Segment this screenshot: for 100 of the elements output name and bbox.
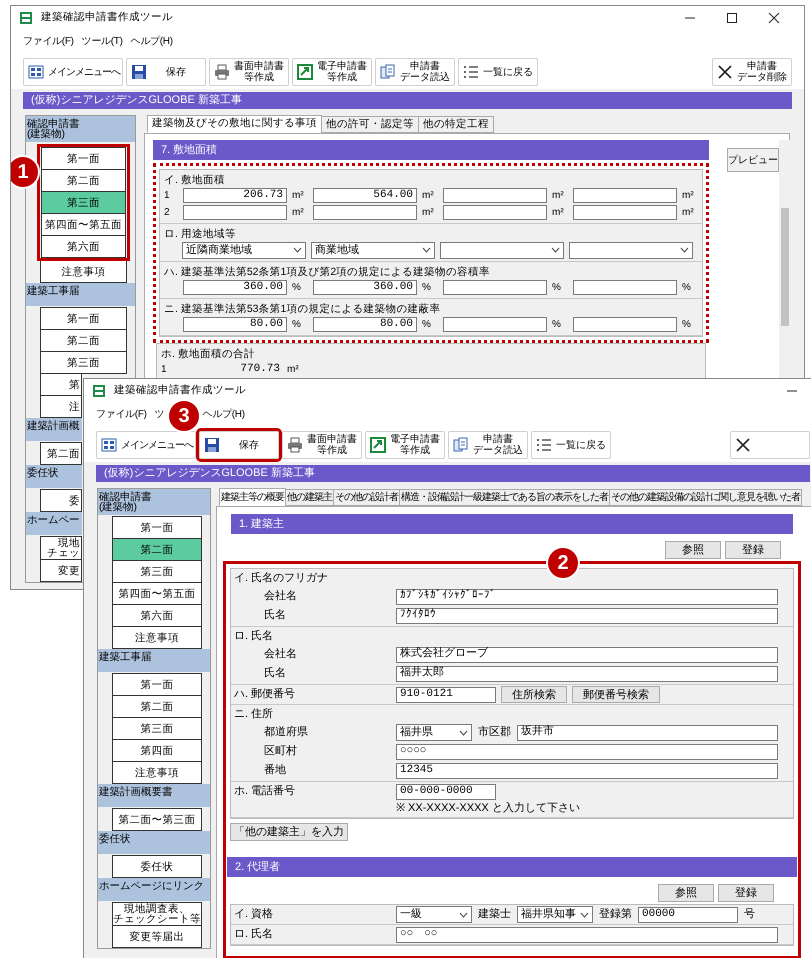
input-field[interactable]: 株式会社グローブ bbox=[396, 646, 778, 662]
sidebar-item[interactable]: 現地調査表、 チェックシート等 bbox=[112, 902, 202, 926]
input-field[interactable]: 坂井市 bbox=[517, 724, 778, 740]
toolbar-button[interactable]: 電子申請書 等作成 bbox=[292, 58, 372, 86]
sidebar-heading[interactable]: 確認申請書 (建築物) bbox=[26, 116, 135, 142]
sidebar-item[interactable]: 第四面〜第五面 bbox=[112, 582, 202, 605]
tab[interactable]: 建築主等の概要 bbox=[219, 488, 286, 506]
dropdown[interactable]: 商業地域 bbox=[311, 242, 435, 258]
sidebar-item[interactable]: 第一面 bbox=[112, 673, 202, 696]
tab[interactable]: その他の設計者 bbox=[333, 489, 400, 506]
sidebar-item[interactable]: 注意事項 bbox=[40, 260, 127, 283]
input-field[interactable] bbox=[573, 317, 677, 332]
menu-item[interactable]: ファイル(F) bbox=[96, 406, 147, 422]
scrollbar-thumb[interactable] bbox=[781, 208, 789, 326]
input-field[interactable] bbox=[573, 188, 677, 203]
dropdown[interactable]: 福井県知事 bbox=[517, 906, 593, 923]
tab[interactable]: 他の建築主 bbox=[285, 489, 334, 506]
input-field[interactable] bbox=[573, 280, 677, 295]
toolbar-button[interactable]: 電子申請書 等作成 bbox=[365, 431, 445, 459]
sidebar-heading[interactable]: 建築計画概 bbox=[26, 418, 82, 441]
toolbar-button[interactable]: 書面申請書 等作成 bbox=[209, 58, 289, 86]
sidebar-item[interactable]: 注意事項 bbox=[112, 761, 202, 784]
tab[interactable]: 他の特定工程 bbox=[418, 116, 494, 133]
sidebar-item[interactable]: 変更 bbox=[40, 559, 82, 582]
toolbar-button[interactable]: 保存 bbox=[126, 58, 206, 86]
sidebar-item[interactable]: 注意事項 bbox=[112, 626, 202, 649]
button[interactable]: 参照 bbox=[658, 884, 714, 902]
sidebar-item[interactable]: 第六面 bbox=[112, 604, 202, 627]
input-field[interactable]: 206.73 bbox=[183, 188, 287, 203]
input-field[interactable] bbox=[313, 205, 417, 220]
input-field[interactable]: 00-000-0000 bbox=[396, 784, 496, 800]
tab[interactable]: 他の許可・認定等 bbox=[321, 116, 419, 133]
menu-item[interactable]: ファイル(F) bbox=[23, 34, 74, 48]
input-field[interactable]: ○○ ○○ bbox=[396, 926, 778, 942]
button[interactable]: 「他の建築主」を入力 bbox=[230, 823, 348, 841]
dropdown[interactable]: 近隣商業地域 bbox=[182, 242, 306, 258]
sidebar-item[interactable]: 委 bbox=[40, 489, 82, 512]
sidebar-item[interactable]: 第一面 bbox=[41, 147, 126, 170]
sidebar-heading[interactable]: 建築工事届 bbox=[98, 649, 210, 672]
delete-button[interactable]: 申請書 データ削除 bbox=[712, 58, 792, 86]
sidebar-item[interactable]: 現地 チェッ bbox=[40, 536, 82, 560]
sidebar-heading[interactable]: 委任状 bbox=[98, 831, 210, 854]
tab[interactable]: 建築物及びその敷地に関する事項 bbox=[147, 115, 322, 133]
input-field[interactable]: 80.00 bbox=[183, 317, 287, 332]
dropdown[interactable]: 一級 bbox=[396, 906, 472, 923]
toolbar-button[interactable]: 申請書 データ読込 bbox=[448, 431, 528, 459]
button[interactable]: 住所検索 bbox=[501, 686, 567, 703]
menu-item[interactable]: ヘルプ(H) bbox=[202, 406, 245, 422]
sidebar-item[interactable]: 第二面 bbox=[40, 442, 82, 465]
sidebar-item[interactable]: 第二面 bbox=[112, 695, 202, 718]
menu-item[interactable]: ツ bbox=[154, 406, 164, 422]
toolbar-button[interactable]: 一覧に戻る bbox=[531, 431, 611, 459]
preview-button[interactable]: プレビュー bbox=[727, 148, 779, 172]
toolbar-button[interactable]: 保存 bbox=[199, 431, 279, 459]
sidebar-item[interactable]: 第三面 bbox=[112, 717, 202, 740]
sidebar-item[interactable]: 第一面 bbox=[40, 307, 127, 330]
sidebar-item[interactable]: 第六面 bbox=[41, 235, 126, 258]
tab[interactable]: その他の建築設備の設計に関し意見を聴いた者 bbox=[609, 489, 802, 506]
sidebar-item[interactable]: 第二面〜第三面 bbox=[112, 808, 202, 831]
dropdown[interactable]: 福井県 bbox=[396, 724, 472, 741]
input-field[interactable]: 910-0121 bbox=[396, 686, 496, 702]
input-field[interactable]: 00000 bbox=[638, 906, 738, 922]
tab[interactable]: 構造・設備設計一級建築士である旨の表示をした者 bbox=[399, 489, 610, 506]
sidebar-item[interactable]: 第二面 bbox=[112, 538, 202, 561]
input-field[interactable]: 12345 bbox=[396, 762, 778, 778]
sidebar-heading[interactable]: ホームページにリンク bbox=[98, 878, 210, 901]
button[interactable]: 郵便番号検索 bbox=[572, 686, 660, 703]
sidebar-item[interactable]: 第二面 bbox=[41, 169, 126, 192]
input-field[interactable]: 福井太郎 bbox=[396, 666, 778, 682]
toolbar-button[interactable]: 書面申請書 等作成 bbox=[282, 431, 362, 459]
input-field[interactable]: 360.00 bbox=[313, 280, 417, 295]
button[interactable]: 登録 bbox=[725, 541, 781, 559]
sidebar-item[interactable]: 委任状 bbox=[112, 855, 202, 878]
sidebar-item[interactable]: 第三面 bbox=[41, 191, 126, 214]
input-field[interactable] bbox=[443, 280, 547, 295]
sidebar-heading[interactable]: 確認申請書 (建築物) bbox=[98, 489, 210, 515]
input-field[interactable] bbox=[573, 205, 677, 220]
toolbar-button[interactable]: メインメニューへ bbox=[96, 431, 196, 459]
toolbar-button[interactable]: 申請書 データ読込 bbox=[375, 58, 455, 86]
sidebar-heading[interactable]: 建築計画概要書 bbox=[98, 784, 210, 807]
sidebar-item[interactable]: 変更等届出 bbox=[112, 925, 202, 948]
sidebar-heading[interactable]: 委任状 bbox=[26, 465, 82, 488]
input-field[interactable] bbox=[183, 205, 287, 220]
delete-button[interactable] bbox=[730, 431, 810, 459]
sidebar-item[interactable]: 第一面 bbox=[112, 516, 202, 539]
input-field[interactable]: ○○○○ bbox=[396, 744, 778, 760]
sidebar-item[interactable]: 第三面 bbox=[40, 351, 127, 374]
sidebar-item[interactable]: 第三面 bbox=[112, 560, 202, 583]
sidebar-item[interactable]: 第四面 bbox=[112, 739, 202, 762]
input-field[interactable] bbox=[443, 188, 547, 203]
input-field[interactable]: ｶﾌﾞｼｷｶﾞｲｼｬｸﾞﾛｰﾌﾞ bbox=[396, 588, 778, 604]
sidebar-item[interactable]: 第二面 bbox=[40, 329, 127, 352]
input-field[interactable]: 80.00 bbox=[313, 317, 417, 332]
toolbar-button[interactable]: 一覧に戻る bbox=[458, 58, 538, 86]
input-field[interactable]: 564.00 bbox=[313, 188, 417, 203]
input-field[interactable]: ﾌｸｲﾀﾛｳ bbox=[396, 608, 778, 624]
input-field[interactable] bbox=[443, 205, 547, 220]
dropdown[interactable] bbox=[440, 242, 564, 258]
sidebar-item[interactable]: 注 bbox=[40, 395, 82, 418]
button[interactable]: 登録 bbox=[718, 884, 774, 902]
